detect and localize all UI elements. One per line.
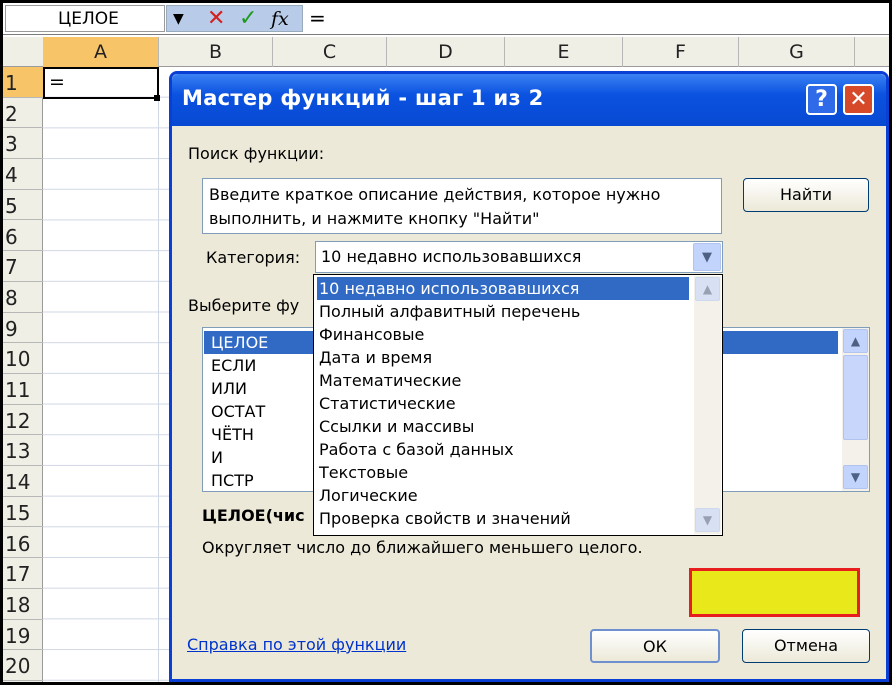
row-header[interactable]: 6	[3, 221, 43, 252]
row-header[interactable]: 20	[3, 650, 43, 681]
row-header[interactable]: 9	[3, 313, 43, 344]
ok-button[interactable]: ОК	[590, 629, 720, 663]
column-header-a[interactable]: A	[43, 37, 159, 67]
category-option[interactable]: Работа с базой данных	[317, 438, 689, 461]
column-header-e[interactable]: E	[505, 37, 623, 67]
find-button[interactable]: Найти	[743, 178, 869, 212]
category-dropdown-list: 10 недавно использовавшихся Полный алфав…	[313, 274, 723, 536]
chevron-down-icon[interactable]: ▼	[693, 243, 721, 271]
function-list-item[interactable]: И	[211, 446, 223, 469]
category-select[interactable]: 10 недавно использовавшихся ▼	[315, 241, 723, 273]
formula-input[interactable]: =	[303, 5, 887, 32]
name-box-dropdown-icon[interactable]: ▼	[173, 6, 184, 32]
column-header-d[interactable]: D	[387, 37, 505, 67]
function-signature: ЦЕЛОЕ(чис	[202, 506, 305, 525]
category-label: Категория:	[206, 248, 301, 267]
row-header[interactable]: 2	[3, 98, 43, 129]
highlight-box	[689, 568, 860, 617]
column-header-f[interactable]: F	[623, 37, 739, 67]
select-function-label: Выберите фу	[188, 296, 300, 315]
category-option[interactable]: Математические	[317, 369, 689, 392]
category-option[interactable]: Дата и время	[317, 346, 689, 369]
category-option[interactable]: Ссылки и массивы	[317, 415, 689, 438]
cancel-button[interactable]: Отмена	[742, 629, 870, 663]
row-header[interactable]: 5	[3, 190, 43, 221]
row-header[interactable]: 7	[3, 251, 43, 282]
chevron-down-icon[interactable]: ▼	[695, 508, 720, 532]
function-list-item[interactable]: ЧЁТН	[211, 423, 254, 446]
row-header[interactable]: 10	[3, 343, 43, 374]
formula-bar-buttons: ▼ ✕ ✓ fx	[166, 5, 303, 32]
function-help-link[interactable]: Справка по этой функции	[187, 635, 406, 654]
category-option[interactable]: Текстовые	[317, 461, 689, 484]
fill-handle[interactable]	[154, 95, 160, 101]
cell-a1[interactable]: =	[43, 67, 159, 99]
row-header[interactable]: 8	[3, 282, 43, 313]
category-selected-value: 10 недавно использовавшихся	[321, 247, 582, 266]
category-option[interactable]: 10 недавно использовавшихся	[317, 277, 689, 300]
category-option[interactable]: Логические	[317, 484, 689, 507]
row-header[interactable]: 12	[3, 405, 43, 436]
search-label: Поиск функции:	[188, 144, 325, 163]
category-option[interactable]: Проверка свойств и значений	[317, 507, 689, 530]
row-header[interactable]: 1	[3, 67, 43, 98]
column-header-g[interactable]: G	[739, 37, 855, 67]
close-button[interactable]: ✕	[843, 84, 874, 115]
spreadsheet: ЦЕЛОЕ ▼ ✕ ✓ fx = A B C D E F G 1 2 3 4 5…	[3, 3, 889, 682]
function-list-item[interactable]: ИЛИ	[211, 377, 247, 400]
insert-function-icon[interactable]: fx	[271, 6, 289, 32]
row-header[interactable]: 18	[3, 589, 43, 620]
dialog-title: Мастер функций - шаг 1 из 2	[182, 86, 544, 110]
chevron-up-icon[interactable]: ▲	[695, 277, 720, 301]
row-header[interactable]: 16	[3, 528, 43, 559]
help-button[interactable]: ?	[806, 84, 837, 115]
screenshot-frame: ЦЕЛОЕ ▼ ✕ ✓ fx = A B C D E F G 1 2 3 4 5…	[0, 0, 892, 685]
function-list-item[interactable]: ОСТАТ	[211, 400, 265, 423]
chevron-up-icon[interactable]: ▲	[843, 329, 868, 353]
function-list-scrollbar[interactable]: ▲ ▼	[842, 328, 869, 491]
column-gridline	[158, 67, 159, 682]
row-header[interactable]: 14	[3, 466, 43, 497]
function-description: Округляет число до ближайшего меньшего ц…	[202, 538, 643, 557]
row-header[interactable]: 11	[3, 374, 43, 405]
category-dropdown-scrollbar[interactable]: ▲ ▼	[694, 276, 721, 534]
category-option[interactable]: Полный алфавитный перечень	[317, 300, 689, 323]
name-box[interactable]: ЦЕЛОЕ	[5, 5, 165, 32]
category-option[interactable]: Финансовые	[317, 323, 689, 346]
function-list-item[interactable]: ЕСЛИ	[211, 354, 256, 377]
column-headers: A B C D E F G	[3, 37, 889, 67]
row-header[interactable]: 13	[3, 435, 43, 467]
function-list-item[interactable]: ПСТР	[211, 469, 254, 492]
row-headers: 1 2 3 4 5 6 7 8 9 10 11 12 13 14 15 16 1…	[3, 67, 43, 682]
dialog-titlebar[interactable]: Мастер функций - шаг 1 из 2 ? ✕	[172, 74, 886, 126]
row-header[interactable]: 4	[3, 159, 43, 190]
formula-bar: ЦЕЛОЕ ▼ ✕ ✓ fx =	[3, 3, 889, 35]
row-header[interactable]: 17	[3, 558, 43, 589]
cancel-icon[interactable]: ✕	[207, 6, 225, 32]
column-header-c[interactable]: C	[273, 37, 387, 67]
chevron-down-icon[interactable]: ▼	[843, 465, 868, 489]
enter-icon[interactable]: ✓	[239, 6, 257, 32]
row-header[interactable]: 15	[3, 497, 43, 528]
search-function-input[interactable]: Введите краткое описание действия, котор…	[202, 178, 722, 234]
scrollbar-thumb[interactable]	[843, 355, 868, 440]
row-header[interactable]: 19	[3, 620, 43, 651]
row-header[interactable]: 3	[3, 128, 43, 160]
column-header-b[interactable]: B	[159, 37, 273, 67]
category-option[interactable]: Статистические	[317, 392, 689, 415]
